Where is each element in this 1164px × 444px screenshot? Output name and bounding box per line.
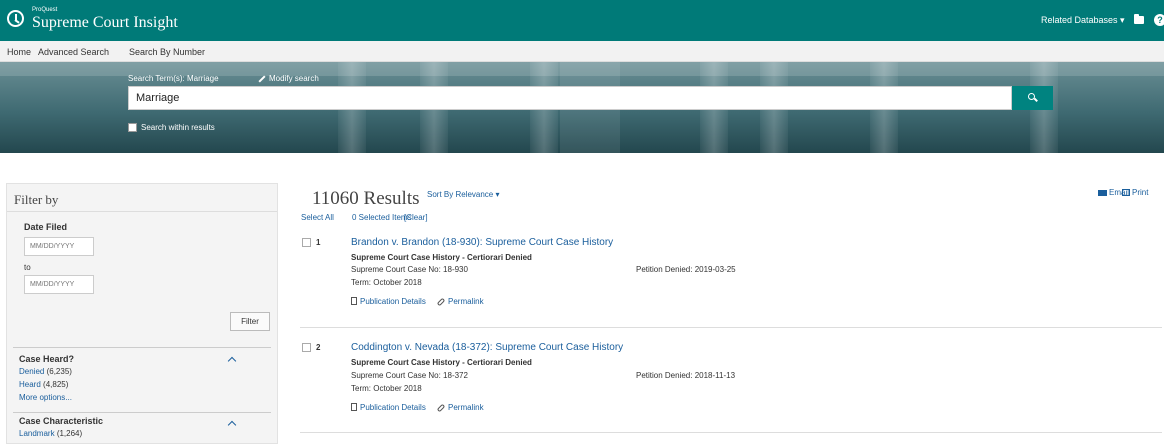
facet-title-case-characteristic[interactable]: Case Characteristic (19, 416, 103, 426)
clock-logo-icon[interactable] (7, 10, 24, 27)
permalink-link[interactable]: Permalink (436, 297, 484, 307)
clear-selection-link[interactable]: [Clear] (404, 213, 428, 222)
result-case-number: Supreme Court Case No: 18-930 (351, 265, 468, 274)
result-case-number: Supreme Court Case No: 18-372 (351, 371, 468, 380)
date-from-input[interactable] (24, 237, 94, 256)
document-icon (351, 403, 357, 411)
facet-title-case-heard[interactable]: Case Heard? (19, 354, 74, 364)
results-count: 11060 Results (312, 188, 420, 209)
filter-sidebar: Filter by Date Filed to Filter Case Hear… (6, 183, 278, 444)
date-filed-label: Date Filed (24, 222, 68, 232)
result-number: 1 (316, 238, 321, 247)
result-type: Supreme Court Case History - Certiorari … (351, 358, 532, 367)
related-databases-menu[interactable]: Related Databases ▾ (1041, 15, 1125, 26)
facet-option-heard[interactable]: Heard (4,825) (19, 380, 68, 389)
folder-icon[interactable] (1134, 14, 1144, 24)
search-button[interactable] (1012, 86, 1053, 110)
link-icon (436, 403, 446, 413)
help-icon[interactable]: ? (1154, 14, 1164, 26)
result-type: Supreme Court Case History - Certiorari … (351, 253, 532, 262)
nav-search-by-number[interactable]: Search By Number (129, 47, 205, 57)
pencil-icon (258, 75, 266, 83)
result-petition-date: Petition Denied: 2018-11-13 (636, 371, 736, 380)
filter-button[interactable]: Filter (230, 312, 270, 331)
facet-more-options[interactable]: More options... (19, 393, 72, 402)
select-all-link[interactable]: Select All (301, 213, 334, 222)
nav-home[interactable]: Home (7, 47, 31, 57)
facet-option-landmark[interactable]: Landmark (1,264) (19, 429, 82, 438)
link-icon (436, 297, 446, 307)
mail-icon (1098, 189, 1107, 196)
nav-advanced-search[interactable]: Advanced Search (38, 47, 109, 57)
filter-title: Filter by (14, 192, 59, 207)
main-nav: Home Advanced Search Search By Number (0, 41, 1164, 62)
document-icon (351, 297, 357, 305)
date-to-label: to (24, 263, 31, 272)
brand-publisher: ProQuest (32, 7, 58, 13)
brand-title[interactable]: Supreme Court Insight (32, 14, 178, 32)
result-title-link[interactable]: Brandon v. Brandon (18-930): Supreme Cou… (351, 237, 613, 248)
sort-dropdown[interactable]: Sort By Relevance ▾ (427, 190, 500, 199)
selected-items-link[interactable]: 0 Selected Items (352, 213, 412, 222)
result-term: Term: October 2018 (351, 384, 422, 393)
chevron-up-icon[interactable] (227, 420, 237, 430)
search-term-label: Search Term(s): Marriage (128, 74, 219, 83)
search-input[interactable] (128, 86, 1012, 110)
search-within-checkbox[interactable] (128, 123, 137, 132)
result-term: Term: October 2018 (351, 278, 422, 287)
search-within-label: Search within results (141, 123, 215, 132)
publication-details-link[interactable]: Publication Details (351, 403, 426, 412)
publication-details-link[interactable]: Publication Details (351, 297, 426, 306)
result-checkbox[interactable] (302, 238, 311, 247)
chevron-up-icon[interactable] (227, 356, 237, 366)
facet-option-denied[interactable]: Denied (6,235) (19, 367, 72, 376)
result-checkbox[interactable] (302, 343, 311, 352)
date-to-input[interactable] (24, 275, 94, 294)
modify-search-link[interactable]: Modify search (258, 74, 319, 83)
result-title-link[interactable]: Coddington v. Nevada (18-372): Supreme C… (351, 342, 623, 353)
permalink-link[interactable]: Permalink (436, 403, 484, 413)
top-header: ProQuest Supreme Court Insight Related D… (0, 0, 1164, 41)
result-number: 2 (316, 343, 321, 352)
print-icon (1122, 189, 1130, 197)
print-button[interactable]: Print (1122, 188, 1148, 197)
result-petition-date: Petition Denied: 2019-03-25 (636, 265, 736, 274)
